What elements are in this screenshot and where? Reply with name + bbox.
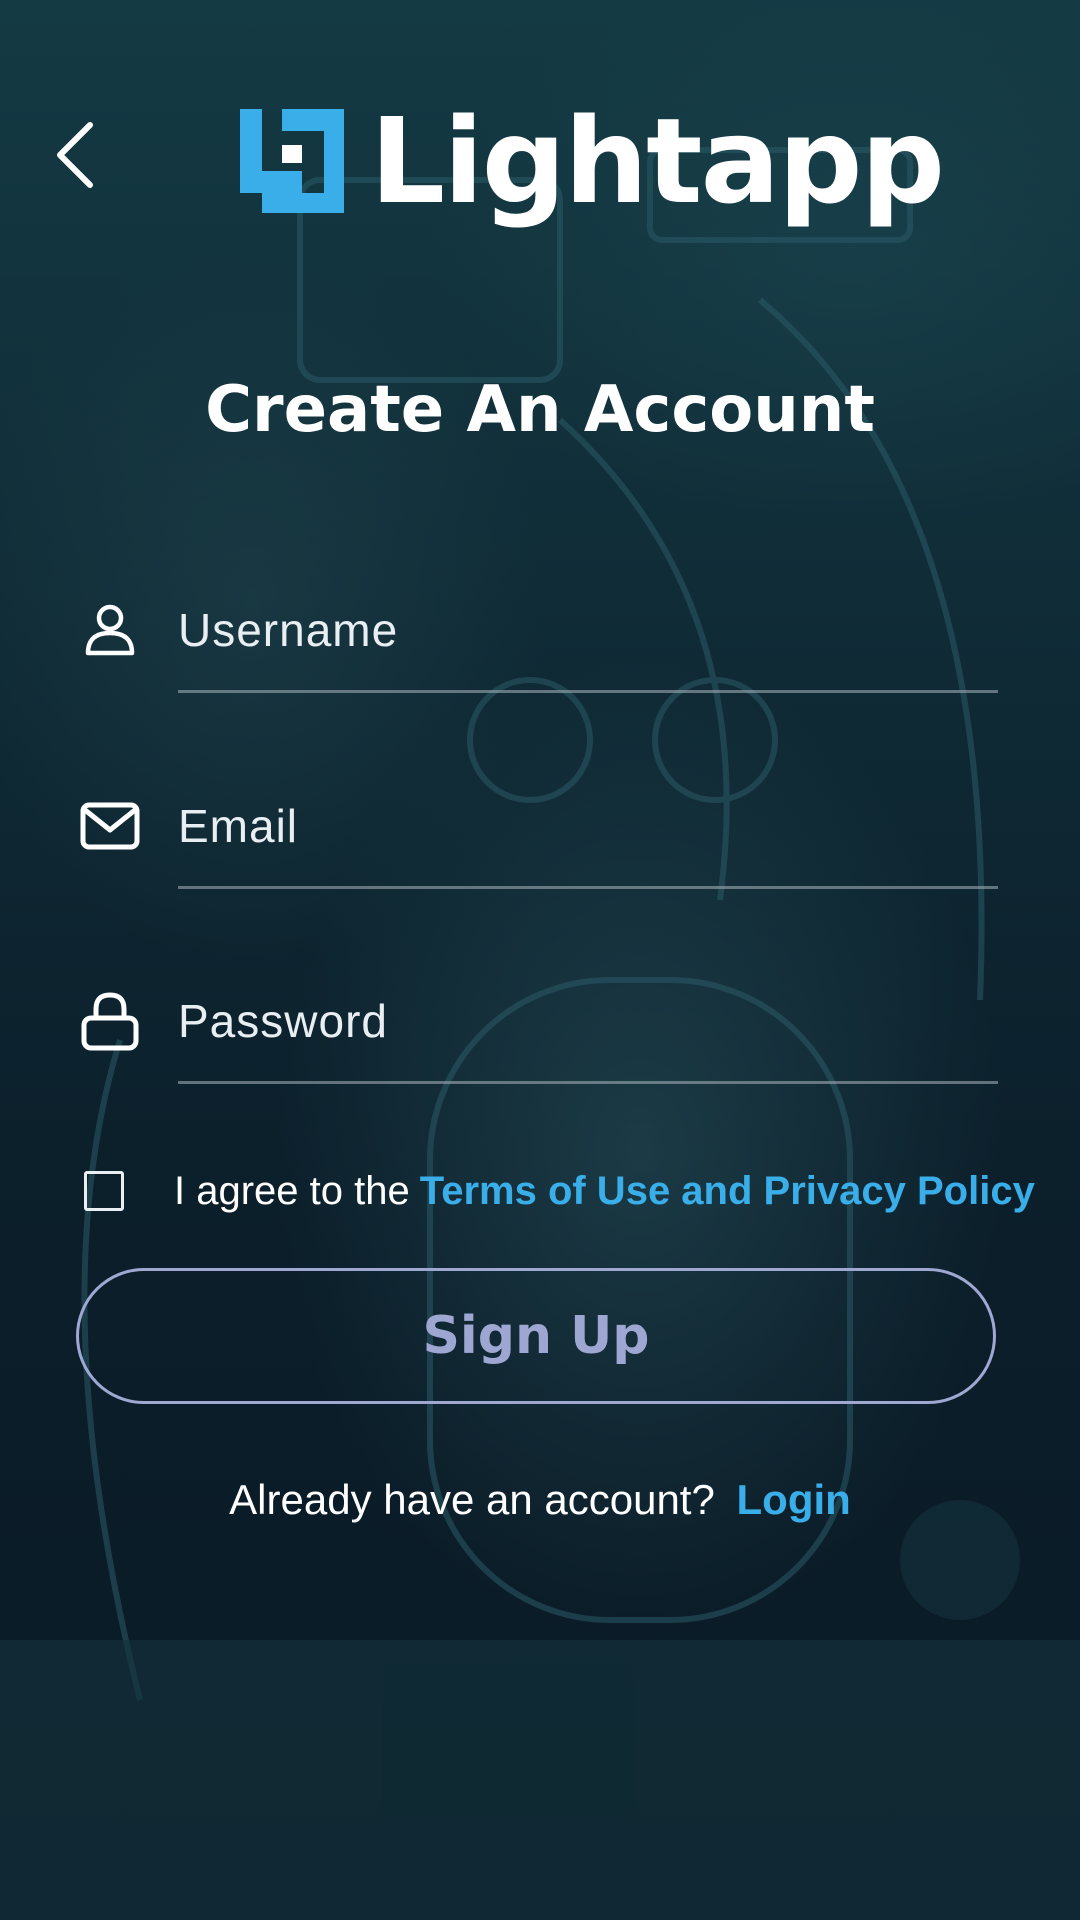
chevron-left-icon: [57, 122, 93, 188]
signup-screen: Lightapp Create An Account Username Emai…: [0, 0, 1080, 1920]
terms-checkbox[interactable]: [84, 1171, 124, 1211]
lock-icon: [80, 991, 140, 1051]
password-field-group: [80, 973, 998, 1084]
password-input[interactable]: [178, 973, 998, 1069]
password-underline: [178, 1081, 998, 1084]
back-button[interactable]: [40, 110, 110, 200]
logo-wordmark: Lightapp: [370, 92, 945, 230]
username-field-group: [80, 582, 998, 693]
terms-agreement-row: I agree to the Terms of Use and Privacy …: [84, 1156, 1035, 1226]
email-input[interactable]: [178, 778, 998, 874]
login-link[interactable]: Login: [737, 1476, 851, 1523]
username-input[interactable]: [178, 582, 998, 678]
page-title: Create An Account: [205, 373, 875, 447]
background-machine-image: [0, 147, 1080, 1920]
sign-up-button[interactable]: Sign Up: [76, 1268, 996, 1404]
login-prompt-text: Already have an account?: [229, 1476, 715, 1523]
username-underline: [178, 690, 998, 693]
email-underline: [178, 886, 998, 889]
terms-text: I agree to the: [174, 1168, 410, 1213]
logo-mark-icon: [240, 109, 344, 213]
login-prompt-row: Already have an account? Login: [0, 1472, 1080, 1528]
terms-privacy-link[interactable]: Terms of Use and Privacy Policy: [420, 1169, 1035, 1214]
app-logo: Lightapp: [240, 92, 945, 230]
email-field-group: [80, 778, 998, 889]
mail-icon: [80, 796, 140, 856]
user-icon: [80, 600, 140, 660]
